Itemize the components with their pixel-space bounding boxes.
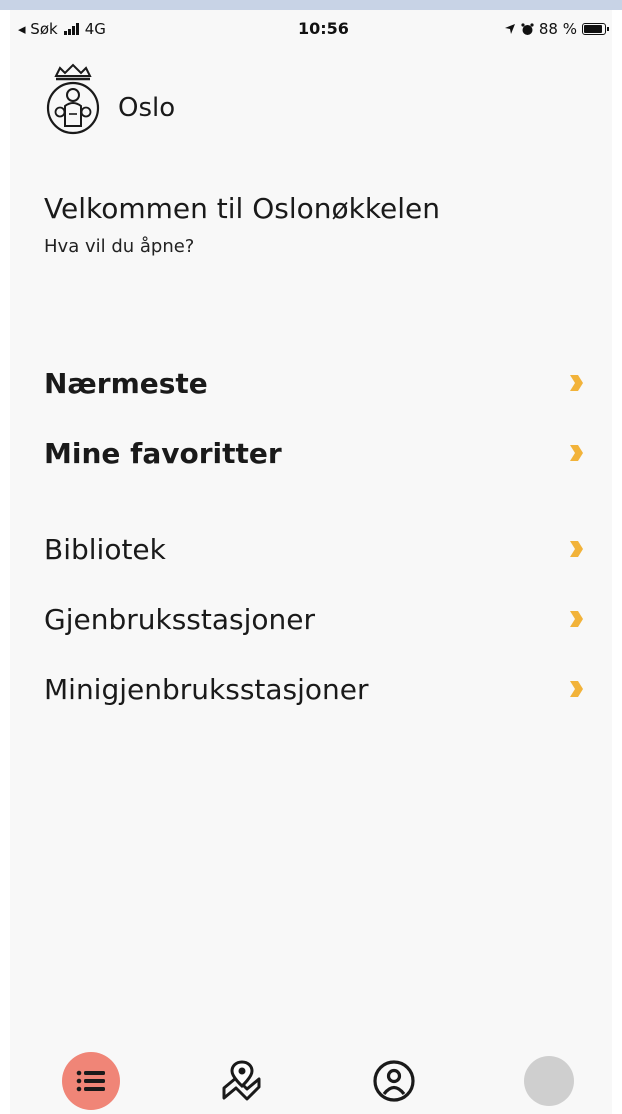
menu-item-label: Bibliotek: [44, 532, 166, 566]
list-icon: [76, 1070, 105, 1092]
oslo-seal-icon: [46, 63, 100, 135]
nav-avatar-button[interactable]: [518, 1050, 580, 1112]
battery-fill: [584, 25, 602, 33]
location-arrow-icon: [504, 24, 515, 34]
nav-profile-button[interactable]: [363, 1050, 425, 1112]
nav-list-button[interactable]: [60, 1050, 122, 1112]
bottom-nav: [10, 1050, 612, 1114]
status-bar: ◂ Søk 4G 10:56 88 %: [10, 14, 612, 44]
status-right: 88 %: [504, 20, 609, 38]
status-left: ◂ Søk 4G: [18, 20, 106, 38]
welcome-subtitle: Hva vil du åpne?: [44, 236, 195, 257]
menu-item-naermeste[interactable]: Nærmeste: [44, 358, 584, 408]
app-name: Oslo: [118, 93, 176, 123]
back-to-search[interactable]: ◂ Søk: [18, 20, 58, 38]
menu-item-label: Minigjenbruksstasjoner: [44, 672, 369, 706]
profile-icon: [373, 1060, 415, 1102]
chevron-right-icon: [570, 681, 583, 697]
app-header: Oslo: [40, 62, 175, 136]
chevron-right-icon: [570, 541, 583, 557]
map-icon: [222, 1060, 261, 1101]
nav-map-button[interactable]: [211, 1050, 273, 1112]
welcome-title: Velkommen til Oslonøkkelen: [44, 192, 441, 225]
menu-item-mine-favoritter[interactable]: Mine favoritter: [44, 428, 584, 478]
battery-icon: [582, 23, 609, 35]
menu-item-minigjenbruksstasjoner[interactable]: Minigjenbruksstasjoner: [44, 664, 584, 714]
menu-item-gjenbruksstasjoner[interactable]: Gjenbruksstasjoner: [44, 594, 584, 644]
avatar: [524, 1056, 574, 1106]
chevron-right-icon: [570, 445, 583, 461]
network-type: 4G: [84, 20, 106, 38]
chevron-right-icon: [570, 375, 583, 391]
menu-item-label: Gjenbruksstasjoner: [44, 602, 315, 636]
status-time: 10:56: [298, 19, 349, 38]
chevron-right-icon: [570, 611, 583, 627]
menu-item-label: Mine favoritter: [44, 436, 282, 470]
nav-list-active-bg: [62, 1052, 120, 1110]
alarm-icon: [521, 22, 534, 35]
top-accent-bar: [0, 0, 622, 10]
menu-item-bibliotek[interactable]: Bibliotek: [44, 524, 584, 574]
menu-item-label: Nærmeste: [44, 366, 208, 400]
battery-percent: 88 %: [538, 20, 577, 38]
signal-icon: [63, 23, 79, 35]
